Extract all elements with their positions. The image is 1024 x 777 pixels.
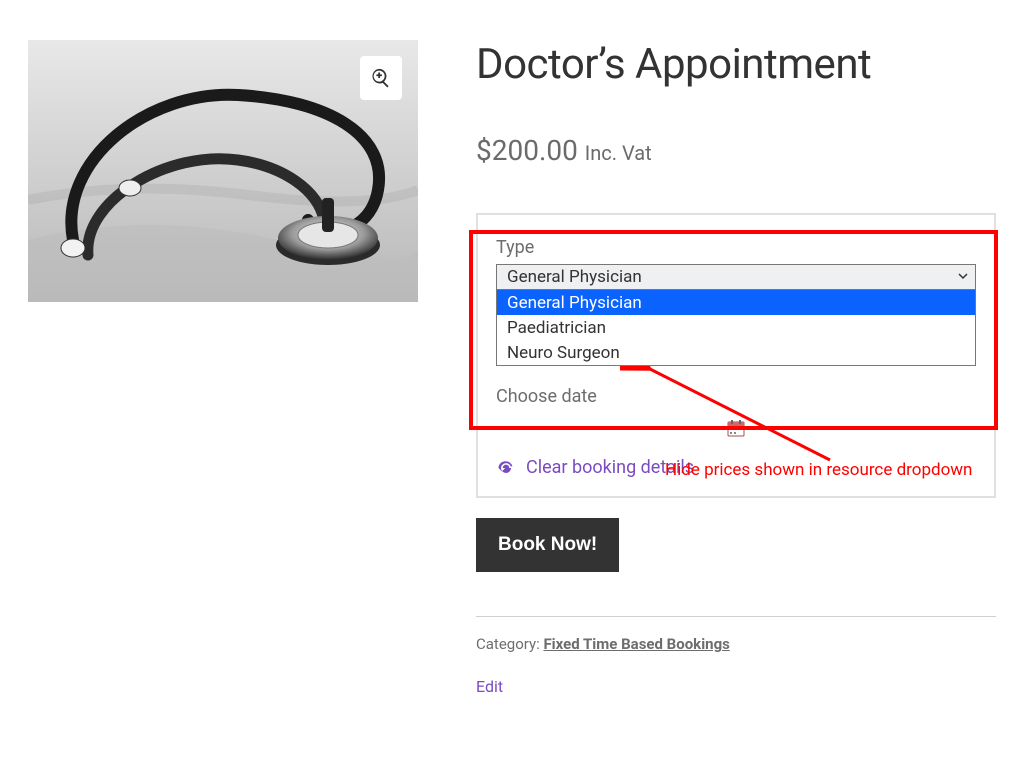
chevron-down-icon [957, 267, 969, 287]
type-select-value: General Physician [507, 267, 642, 287]
date-picker[interactable] [496, 419, 976, 437]
product-price: $200.00 Inc. Vat [476, 134, 996, 167]
book-now-button[interactable]: Book Now! [476, 518, 619, 572]
price-amount: $200.00 [476, 134, 578, 167]
type-option[interactable]: General Physician [497, 290, 975, 315]
type-select[interactable]: General Physician General Physician Paed… [496, 264, 976, 368]
type-option[interactable]: Neuro Surgeon [497, 340, 975, 365]
price-suffix: Inc. Vat [585, 141, 652, 165]
type-label: Type [496, 237, 976, 258]
clear-booking-label: Clear booking details [526, 457, 694, 478]
page-title: Doctor’s Appointment [476, 40, 996, 90]
type-select-options: General Physician Paediatrician Neuro Su… [496, 290, 976, 366]
edit-link[interactable]: Edit [476, 677, 503, 696]
category-line: Category: Fixed Time Based Bookings [476, 635, 996, 653]
type-select-head[interactable]: General Physician [496, 264, 976, 290]
product-image-column [28, 40, 418, 302]
type-option[interactable]: Paediatrician [497, 315, 975, 340]
refresh-icon [496, 458, 516, 478]
category-prefix: Category: [476, 635, 543, 653]
calendar-icon [727, 419, 745, 437]
clear-booking-link[interactable]: Clear booking details [496, 457, 976, 478]
booking-form: Type General Physician General Physician… [476, 213, 996, 498]
category-link[interactable]: Fixed Time Based Bookings [543, 635, 729, 653]
meta-separator [476, 616, 996, 617]
product-details: Doctor’s Appointment $200.00 Inc. Vat Ty… [476, 40, 996, 696]
choose-date-label: Choose date [496, 386, 976, 407]
zoom-in-icon[interactable] [360, 56, 402, 100]
